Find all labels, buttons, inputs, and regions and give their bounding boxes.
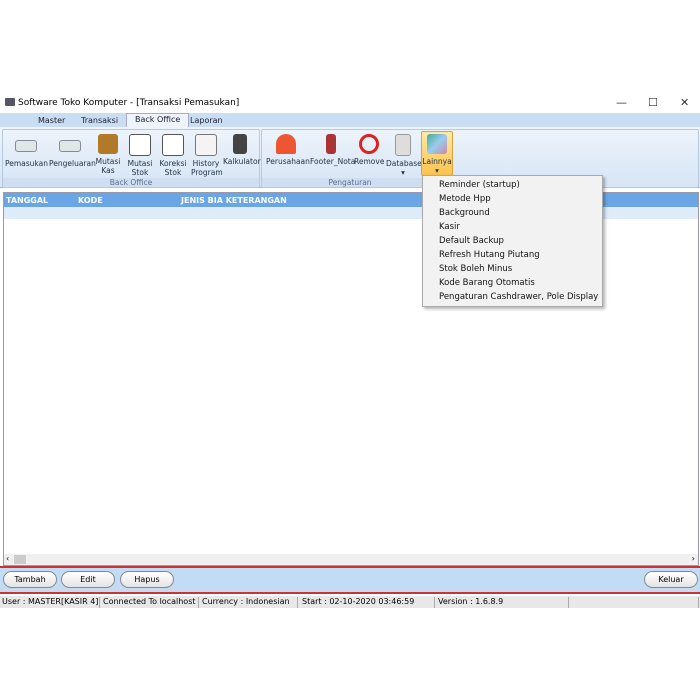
lainnya-dropdown-menu: Reminder (startup) Metode Hpp Background…: [422, 175, 603, 307]
label: Pengeluaran: [49, 159, 96, 168]
label: Kalkulator: [223, 157, 261, 166]
column-jenis-keterangan[interactable]: JENIS BIA KETERANGAN: [181, 196, 287, 205]
label: Database: [386, 159, 422, 168]
label: Mutasi: [95, 157, 121, 166]
document-icon: [195, 134, 217, 156]
database-button[interactable]: Database ▾: [386, 132, 422, 177]
edit-note-icon: [129, 134, 151, 156]
kalkulator-button[interactable]: Kalkulator: [223, 132, 261, 166]
status-currency: Currency : Indonesian: [200, 597, 298, 608]
app-icon: [5, 98, 15, 106]
action-bar: Tambah Edit Hapus Keluar: [0, 566, 700, 594]
database-icon: [395, 134, 411, 156]
window-title: Software Toko Komputer - [Transaksi Pema…: [18, 98, 240, 108]
ribbon-tabs: Master Transaksi Back Office Laporan: [0, 113, 700, 129]
label: Lainnya: [422, 157, 452, 166]
label: Mutasi: [127, 159, 153, 168]
mutasi-kas-button[interactable]: Mutasi Kas: [95, 132, 121, 175]
pengeluaran-icon: [59, 140, 81, 152]
history-program-button[interactable]: History Program: [191, 132, 223, 177]
label: Kas: [101, 166, 115, 175]
label: Koreksi: [159, 159, 187, 168]
pemasukan-icon: [15, 140, 37, 152]
group-label: Back Office: [3, 178, 259, 187]
dropdown-arrow-icon: ▾: [401, 168, 405, 177]
menu-item-refresh-hutang-piutang[interactable]: Refresh Hutang Piutang: [423, 248, 602, 262]
scroll-thumb[interactable]: [14, 555, 26, 564]
group-label: Pengaturan: [262, 178, 438, 187]
column-kode[interactable]: KODE: [78, 196, 103, 205]
house-icon: [276, 134, 296, 154]
tab-transaksi[interactable]: Transaksi: [73, 115, 126, 126]
label: Pemasukan: [5, 159, 48, 168]
menu-item-default-backup[interactable]: Default Backup: [423, 234, 602, 248]
close-button[interactable]: ✕: [680, 96, 689, 109]
printer-icon: [326, 134, 336, 154]
menu-item-metode-hpp[interactable]: Metode Hpp: [423, 192, 602, 206]
status-user: User : MASTER[KASIR 4]: [2, 597, 100, 608]
picture-icon: [427, 134, 447, 154]
tab-laporan[interactable]: Laporan: [182, 115, 231, 126]
prohibited-icon: [359, 134, 379, 154]
scroll-left-icon[interactable]: ‹: [6, 554, 9, 563]
edit-button[interactable]: Edit: [61, 571, 115, 588]
horizontal-scrollbar[interactable]: ‹ ›: [4, 554, 698, 565]
clipboard-icon: [98, 134, 118, 154]
koreksi-stok-button[interactable]: Koreksi Stok: [159, 132, 187, 177]
remove-button[interactable]: Remove: [354, 132, 384, 166]
calculator-icon: [233, 134, 247, 154]
mutasi-stok-button[interactable]: Mutasi Stok: [127, 132, 153, 177]
menu-item-pengaturan-cashdrawer[interactable]: Pengaturan Cashdrawer, Pole Display: [423, 290, 602, 304]
keluar-button[interactable]: Keluar: [644, 571, 698, 588]
edit-note-icon: [162, 134, 184, 156]
menu-item-stok-boleh-minus[interactable]: Stok Boleh Minus: [423, 262, 602, 276]
menu-item-reminder[interactable]: Reminder (startup): [423, 178, 602, 192]
status-empty: [570, 597, 699, 608]
menu-item-background[interactable]: Background: [423, 206, 602, 220]
menu-item-kode-barang-otomatis[interactable]: Kode Barang Otomatis: [423, 276, 602, 290]
label: Program: [191, 168, 223, 177]
pemasukan-button[interactable]: Pemasukan: [5, 132, 48, 168]
status-connection: Connected To localhost: [101, 597, 199, 608]
label: History: [192, 159, 220, 168]
group-back-office: Pemasukan Pengeluaran Mutasi Kas Mutasi St…: [2, 129, 261, 188]
tab-master[interactable]: Master: [30, 115, 73, 126]
tambah-button[interactable]: Tambah: [3, 571, 57, 588]
perusahaan-button[interactable]: Perusahaan: [266, 132, 310, 166]
label: Footer_Nota: [310, 157, 356, 166]
status-version: Version : 1.6.8.9: [436, 597, 569, 608]
label: Remove: [354, 157, 385, 166]
menu-item-kasir[interactable]: Kasir: [423, 220, 602, 234]
footer-nota-button[interactable]: Footer_Nota: [310, 132, 356, 166]
minimize-button[interactable]: —: [616, 96, 627, 109]
lainnya-button[interactable]: Lainnya ▾: [421, 131, 453, 176]
scroll-right-icon[interactable]: ›: [692, 554, 695, 563]
label: Stok: [131, 168, 149, 177]
pengeluaran-button[interactable]: Pengeluaran: [49, 132, 96, 168]
title-bar: Software Toko Komputer - [Transaksi Pema…: [0, 93, 700, 113]
maximize-button[interactable]: ☐: [648, 96, 658, 109]
status-bar: User : MASTER[KASIR 4] Connected To loca…: [0, 596, 700, 608]
hapus-button[interactable]: Hapus: [120, 571, 174, 588]
label: Stok: [164, 168, 182, 177]
dropdown-arrow-icon: ▾: [435, 166, 439, 175]
status-start: Start : 02-10-2020 03:46:59: [300, 597, 435, 608]
label: Perusahaan: [266, 157, 310, 166]
column-tanggal[interactable]: TANGGAL: [6, 196, 48, 205]
